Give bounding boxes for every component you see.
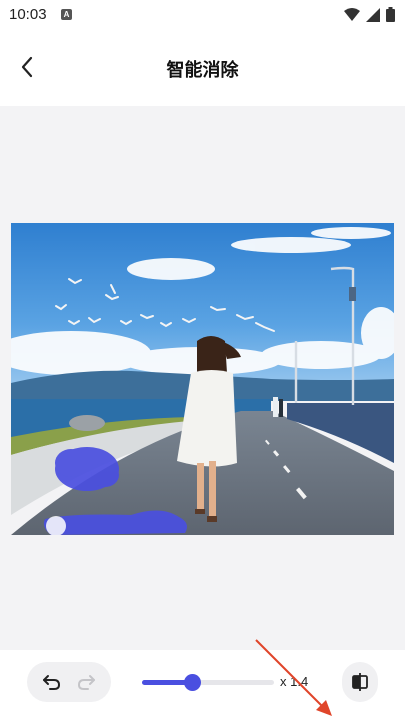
status-time: 10:03 (9, 6, 47, 23)
notification-a-icon: A (61, 9, 72, 20)
edited-photo[interactable] (11, 223, 394, 535)
brush-size-label: x 1.4 (280, 674, 309, 689)
signal-icon (366, 7, 380, 22)
redo-icon (77, 675, 95, 690)
slider-thumb[interactable] (184, 674, 202, 691)
compare-icon (352, 673, 368, 691)
distant-person-2 (279, 399, 283, 417)
status-icons (344, 7, 395, 22)
undo-button[interactable] (38, 668, 66, 696)
lamp-sign (349, 287, 356, 301)
editing-canvas[interactable] (0, 106, 405, 650)
distant-person (273, 397, 278, 417)
undo-redo-group (27, 662, 111, 702)
app-header: 智能消除 (0, 32, 405, 106)
compare-button[interactable] (342, 662, 378, 702)
undo-icon (43, 675, 61, 690)
battery-icon (386, 7, 395, 22)
wifi-icon (344, 7, 360, 21)
brush-size-slider[interactable] (142, 672, 274, 692)
rocks (69, 415, 105, 431)
photo-image (11, 223, 394, 535)
status-bar: 10:03 A (0, 0, 405, 32)
bottom-toolbar: x 1.4 (0, 650, 405, 720)
redo-button[interactable] (72, 668, 100, 696)
page-title: 智能消除 (166, 60, 239, 81)
